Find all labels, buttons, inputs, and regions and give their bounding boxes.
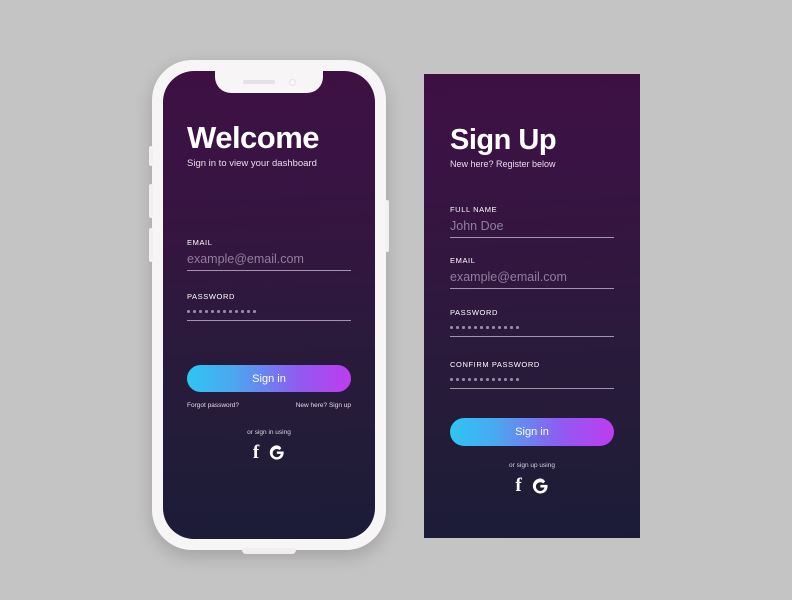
signin-links-row: Forgot password? New here? Sign up	[187, 402, 351, 409]
phone-power-button[interactable]	[385, 200, 389, 252]
google-icon[interactable]	[531, 477, 549, 495]
signup-panel: Sign Up New here? Register below FULL NA…	[424, 74, 640, 538]
phone-mute-switch[interactable]	[149, 146, 153, 166]
signup-subtitle: New here? Register below	[450, 159, 556, 169]
phone-volume-down-button[interactable]	[149, 228, 153, 262]
phone-screen: Welcome Sign in to view your dashboard E…	[163, 71, 375, 539]
signin-screen-content: Welcome Sign in to view your dashboard E…	[163, 71, 375, 539]
signup-confirm-password-label: CONFIRM PASSWORD	[450, 360, 540, 369]
signup-social-row: f	[450, 476, 614, 495]
signin-submit-button[interactable]: Sign in	[187, 365, 351, 392]
signin-password-label: PASSWORD	[187, 292, 235, 301]
signin-social-row: f	[187, 443, 351, 462]
signup-fullname-field[interactable]: FULL NAME John Doe	[450, 205, 614, 238]
phone-notch	[215, 71, 323, 93]
signin-email-input[interactable]: example@email.com	[187, 252, 351, 270]
facebook-icon[interactable]: f	[515, 476, 521, 495]
signin-password-field[interactable]: PASSWORD	[187, 292, 351, 321]
speaker-grille-icon	[242, 80, 275, 84]
front-camera-icon	[288, 78, 296, 86]
signup-link[interactable]: Sign up	[329, 402, 351, 409]
phone-mockup-frame: Welcome Sign in to view your dashboard E…	[149, 60, 389, 554]
signup-password-label: PASSWORD	[450, 308, 498, 317]
signup-confirm-password-underline	[450, 387, 614, 389]
signup-email-field[interactable]: EMAIL example@email.com	[450, 256, 614, 289]
signin-email-label: EMAIL	[187, 238, 213, 247]
signup-fullname-underline	[450, 237, 614, 238]
phone-volume-up-button[interactable]	[149, 184, 153, 218]
signup-email-label: EMAIL	[450, 256, 476, 265]
signup-submit-button[interactable]: Sign in	[450, 418, 614, 446]
signup-confirm-password-input[interactable]	[450, 374, 614, 388]
signin-email-field[interactable]: EMAIL example@email.com	[187, 238, 351, 271]
signin-title: Welcome	[187, 120, 320, 155]
signup-fullname-label: FULL NAME	[450, 205, 498, 214]
signin-email-underline	[187, 270, 351, 271]
signup-or-divider-text: or sign up using	[509, 462, 555, 469]
signup-email-input[interactable]: example@email.com	[450, 270, 614, 288]
signin-password-input[interactable]	[187, 306, 351, 320]
signup-confirm-password-field[interactable]: CONFIRM PASSWORD	[450, 360, 614, 389]
forgot-password-link[interactable]: Forgot password?	[187, 402, 239, 409]
signin-password-underline	[187, 319, 351, 321]
signup-email-underline	[450, 288, 614, 289]
signup-title: Sign Up	[450, 124, 557, 156]
facebook-icon[interactable]: f	[253, 443, 259, 462]
signin-subtitle: Sign in to view your dashboard	[187, 158, 317, 169]
signup-fullname-input[interactable]: John Doe	[450, 219, 614, 237]
signup-prompt-text: New here?	[295, 402, 328, 409]
google-icon[interactable]	[268, 444, 285, 461]
signup-password-field[interactable]: PASSWORD	[450, 308, 614, 337]
phone-chin	[242, 548, 296, 554]
signup-prompt: New here? Sign up	[296, 402, 351, 409]
signup-password-underline	[450, 335, 614, 337]
signin-or-divider-text: or sign in using	[247, 429, 291, 436]
signup-password-input[interactable]	[450, 322, 614, 336]
